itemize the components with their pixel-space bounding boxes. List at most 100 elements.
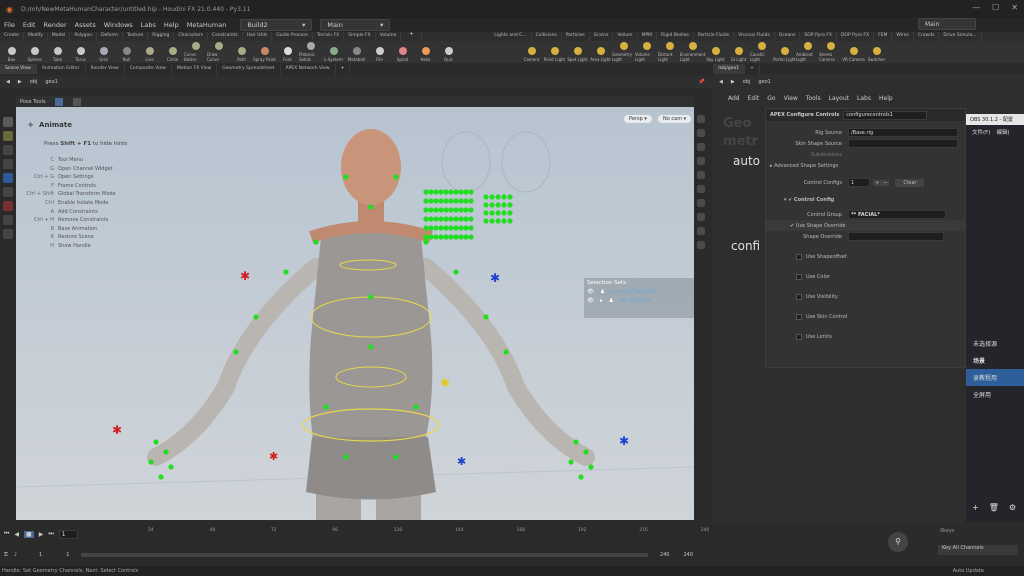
control-point[interactable]: [458, 207, 464, 213]
control-point[interactable]: [501, 202, 507, 208]
add-tab-icon[interactable]: +: [336, 64, 351, 74]
control-point[interactable]: [489, 202, 495, 208]
control-point[interactable]: [448, 198, 454, 204]
control-point[interactable]: [489, 210, 495, 216]
control-point[interactable]: [368, 344, 374, 350]
control-point[interactable]: [448, 234, 454, 240]
shelf-tool-l-system[interactable]: L-System: [322, 41, 345, 63]
paint-tool-icon[interactable]: [3, 229, 13, 239]
view-tool-icon[interactable]: [3, 215, 13, 225]
build-desktop-select[interactable]: Build2 ▾: [240, 19, 313, 31]
shelf-tab[interactable]: Guide Process: [272, 32, 313, 41]
shape-override-field[interactable]: [848, 232, 944, 241]
control-point[interactable]: [458, 225, 464, 231]
menu-layout[interactable]: Layout: [829, 95, 849, 102]
display-option-icon[interactable]: [697, 157, 705, 165]
control-point[interactable]: [573, 439, 579, 445]
display-option-icon[interactable]: [697, 115, 705, 123]
control-point[interactable]: [153, 439, 159, 445]
tab-render-view[interactable]: Render View: [86, 64, 125, 74]
ik-gizmo-red[interactable]: ✱: [269, 450, 278, 463]
control-point[interactable]: [453, 216, 459, 222]
clear-button[interactable]: Clear: [895, 178, 925, 187]
control-point[interactable]: [483, 194, 489, 200]
shelf-tab[interactable]: Create: [0, 32, 24, 41]
control-point[interactable]: [343, 174, 349, 180]
control-point[interactable]: [507, 202, 513, 208]
control-point[interactable]: [438, 234, 444, 240]
control-point[interactable]: [428, 189, 434, 195]
control-point[interactable]: [578, 474, 584, 480]
tab-apex-network-view[interactable]: APEX Network View: [281, 64, 336, 74]
rotate-tool-icon[interactable]: [3, 145, 13, 155]
control-point[interactable]: [468, 207, 474, 213]
display-option-icon[interactable]: [697, 129, 705, 137]
ik-gizmo-blue[interactable]: ✱: [619, 434, 629, 448]
control-point[interactable]: [443, 189, 449, 195]
shape-source-field[interactable]: [848, 139, 958, 148]
menu-add[interactable]: Add: [728, 95, 740, 102]
control-point[interactable]: [468, 189, 474, 195]
shelf-tab[interactable]: SOP Pyro FX: [800, 32, 837, 41]
control-point[interactable]: [428, 216, 434, 222]
control-point[interactable]: [483, 202, 489, 208]
frame-ruler[interactable]: 24 48 72 96 120 144 168 192 216 240: [87, 528, 713, 540]
shelf-tool-font[interactable]: Font: [276, 41, 299, 63]
tab-composite-view[interactable]: Composite View: [125, 64, 172, 74]
menu-metahuman[interactable]: MetaHuman: [187, 21, 227, 29]
shelf-tool-metaball[interactable]: Metaball: [345, 41, 368, 63]
shelf-tab[interactable]: MPM: [638, 32, 658, 41]
eye-icon[interactable]: 👁: [587, 289, 594, 295]
control-point[interactable]: [458, 189, 464, 195]
control-point[interactable]: [423, 207, 429, 213]
control-point[interactable]: [428, 234, 434, 240]
shelf-tool-null[interactable]: Null: [115, 41, 138, 63]
control-point[interactable]: [489, 194, 495, 200]
control-point[interactable]: [588, 464, 594, 470]
control-point[interactable]: [443, 225, 449, 231]
control-point[interactable]: [423, 216, 429, 222]
shelf-tool-grid[interactable]: Grid: [92, 41, 115, 63]
control-point[interactable]: [483, 210, 489, 216]
shelf-tool-distant-light[interactable]: Distant Light: [658, 41, 681, 63]
checkbox[interactable]: [796, 253, 802, 260]
control-point[interactable]: [423, 198, 429, 204]
pose-tool-icon[interactable]: [3, 187, 13, 197]
control-point[interactable]: [433, 216, 439, 222]
control-point[interactable]: [468, 216, 474, 222]
control-point[interactable]: [283, 269, 289, 275]
auto-update-label[interactable]: Auto Update: [953, 568, 984, 574]
menu-assets[interactable]: Assets: [75, 21, 96, 29]
control-point[interactable]: [468, 198, 474, 204]
shelf-tool-tube[interactable]: Tube: [46, 41, 69, 63]
control-point[interactable]: [323, 404, 329, 410]
shelf-tab[interactable]: Deform: [97, 32, 123, 41]
control-point[interactable]: [428, 207, 434, 213]
menu-windows[interactable]: Windows: [104, 21, 133, 29]
tab-scene-view[interactable]: Scene View: [0, 64, 37, 74]
control-point[interactable]: [583, 449, 589, 455]
shelf-tool-draw-curve[interactable]: Draw Curve: [207, 41, 230, 63]
shelf-tab[interactable]: Texture: [123, 32, 149, 41]
shelf-tool-path[interactable]: Path: [230, 41, 253, 63]
control-configs-field[interactable]: 1: [848, 178, 870, 187]
shelf-tool-curve-bezier[interactable]: Curve Bezier: [184, 41, 207, 63]
menu-tools[interactable]: Tools: [806, 95, 821, 102]
control-point[interactable]: [458, 198, 464, 204]
control-point[interactable]: [438, 198, 444, 204]
shelf-tool-file[interactable]: File: [368, 41, 391, 63]
shelf-tab[interactable]: Lights and C...: [490, 32, 532, 41]
control-point[interactable]: [443, 216, 449, 222]
audio-icon[interactable]: ♪: [14, 552, 17, 558]
control-point[interactable]: [393, 454, 399, 460]
checkbox[interactable]: [796, 273, 802, 280]
tab-animation-editor[interactable]: Animation Editor: [37, 64, 86, 74]
shelf-tool-vr-camera[interactable]: VR Camera: [842, 41, 865, 63]
control-point[interactable]: [568, 459, 574, 465]
selection-set-row[interactable]: 👁 ♟ Current Selection: [587, 289, 691, 295]
shelf-tool-volume-light[interactable]: Volume Light: [635, 41, 658, 63]
move-tool-icon[interactable]: [3, 131, 13, 141]
rig-source-field[interactable]: /Base.rig: [848, 128, 958, 137]
control-point[interactable]: [463, 216, 469, 222]
display-option-icon[interactable]: [697, 199, 705, 207]
